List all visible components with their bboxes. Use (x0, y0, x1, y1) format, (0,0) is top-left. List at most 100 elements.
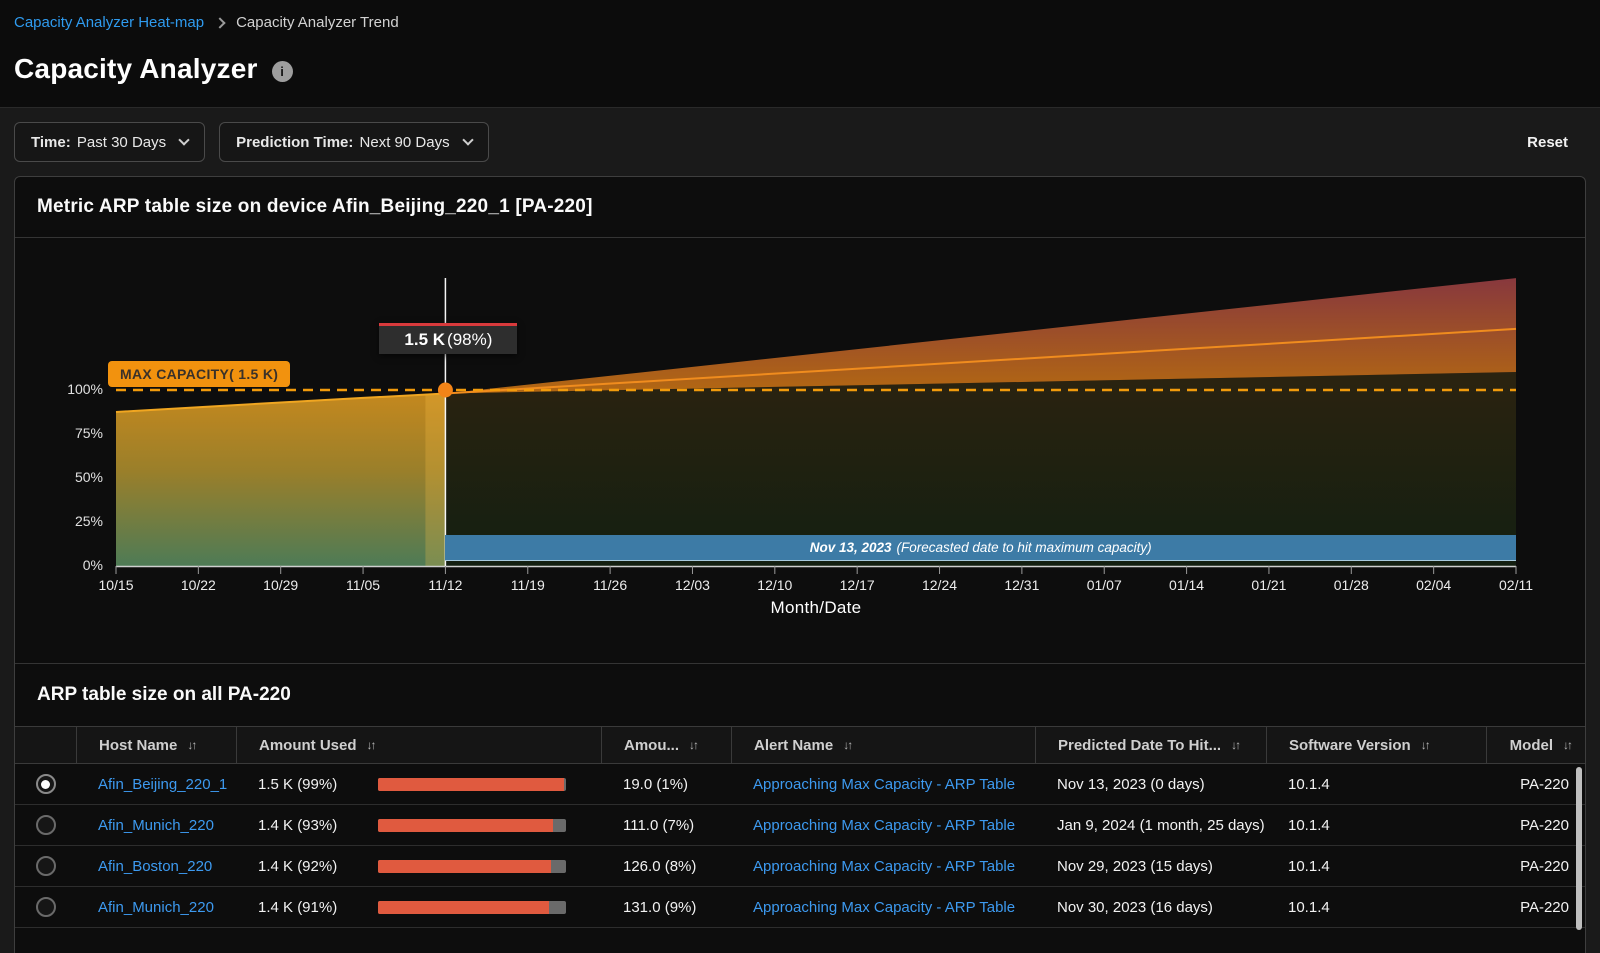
sort-icon[interactable]: ↓↑ (1563, 738, 1571, 752)
table-section: ARP table size on all PA-220 Host Name ↓↑… (15, 663, 1585, 928)
column-header-model[interactable]: Model ↓↑ (1486, 727, 1585, 763)
alert-name-link[interactable]: Approaching Max Capacity - ARP Table (753, 776, 1015, 793)
host-name-link[interactable]: Afin_Munich_220 (98, 817, 214, 834)
reset-button[interactable]: Reset (1527, 134, 1586, 151)
software-version-value: 10.1.4 (1266, 805, 1486, 845)
software-version-value: 10.1.4 (1266, 887, 1486, 927)
x-tick-label: 02/04 (1394, 577, 1474, 593)
capacity-trend-chart[interactable]: 0%25%50%75%100% 10/1510/2210/2911/0511/1… (15, 238, 1585, 663)
alert-name-link[interactable]: Approaching Max Capacity - ARP Table (753, 899, 1015, 916)
time-filter-value: Past 30 Days (77, 134, 166, 151)
column-header-software-version[interactable]: Software Version ↓↑ (1266, 727, 1486, 763)
sort-icon[interactable]: ↓↑ (187, 738, 195, 752)
row-radio-button[interactable] (36, 856, 56, 876)
column-header-host-name[interactable]: Host Name ↓↑ (76, 727, 236, 763)
table-scrollbar[interactable] (1576, 767, 1582, 930)
time-filter-dropdown[interactable]: Time: Past 30 Days (14, 122, 205, 162)
sort-icon[interactable]: ↓↑ (689, 738, 697, 752)
capacity-analyzer-page: Capacity Analyzer Heat-map Capacity Anal… (0, 0, 1600, 953)
alert-name-link[interactable]: Approaching Max Capacity - ARP Table (753, 817, 1015, 834)
table-row[interactable]: Afin_Beijing_220_1 1.5 K (99%) 19.0 (1%) Ap… (15, 764, 1585, 805)
breadcrumb-current: Capacity Analyzer Trend (236, 14, 399, 31)
sort-icon[interactable]: ↓↑ (843, 738, 851, 752)
y-tick-label: 75% (43, 425, 103, 441)
column-label: Host Name (99, 737, 177, 754)
row-radio-button[interactable] (36, 815, 56, 835)
sort-icon[interactable]: ↓↑ (1231, 738, 1239, 752)
prediction-filter-value: Next 90 Days (360, 134, 450, 151)
x-tick-label: 12/03 (652, 577, 732, 593)
sort-icon[interactable]: ↓↑ (367, 738, 375, 752)
time-filter-label: Time: (31, 134, 71, 151)
x-tick-label: 10/22 (158, 577, 238, 593)
column-header-amount-used[interactable]: Amount Used↓↑ (236, 727, 601, 763)
y-tick-label: 0% (43, 557, 103, 573)
table-body: Afin_Beijing_220_1 1.5 K (99%) 19.0 (1%) Ap… (15, 764, 1585, 928)
host-name-link[interactable]: Afin_Boston_220 (98, 858, 212, 875)
host-name-link[interactable]: Afin_Beijing_220_1 (98, 776, 227, 793)
column-label: Alert Name (754, 737, 833, 754)
model-value: PA-220 (1486, 887, 1585, 927)
sort-icon[interactable]: ↓↑ (1421, 738, 1429, 752)
chevron-right-icon (214, 17, 225, 28)
x-tick-label: 10/29 (241, 577, 321, 593)
forecast-date: Nov 13, 2023 (810, 540, 892, 555)
info-icon[interactable]: i (272, 61, 293, 82)
usage-bar (378, 819, 566, 832)
column-header-alert-name[interactable]: Alert Name ↓↑ (731, 727, 1035, 763)
column-label: Amou... (624, 737, 679, 754)
alert-name-link[interactable]: Approaching Max Capacity - ARP Table (753, 858, 1015, 875)
history-area (116, 394, 445, 566)
predicted-date-value: Nov 13, 2023 (0 days) (1035, 764, 1266, 804)
page-title: Capacity Analyzer (14, 53, 258, 85)
amount-free-value: 126.0 (8%) (601, 846, 731, 886)
table-row[interactable]: Afin_Munich_220 1.4 K (93%) 111.0 (7%) Appr… (15, 805, 1585, 846)
chevron-down-icon (178, 134, 189, 145)
amount-free-value: 111.0 (7%) (601, 805, 731, 845)
column-label: Software Version (1289, 737, 1411, 754)
chart-title: Metric ARP table size on device Afin_Bei… (37, 196, 1563, 218)
column-label: Model (1510, 737, 1553, 754)
predicted-date-value: Nov 29, 2023 (15 days) (1035, 846, 1266, 886)
host-name-link[interactable]: Afin_Munich_220 (98, 899, 214, 916)
x-tick-label: 12/31 (982, 577, 1062, 593)
x-tick-label: 12/10 (735, 577, 815, 593)
x-tick-label: 11/12 (405, 577, 485, 593)
usage-bar (378, 860, 566, 873)
column-header-amou-[interactable]: Amou... ↓↑ (601, 727, 731, 763)
usage-bar-fill (378, 819, 553, 832)
breadcrumb-heatmap-link[interactable]: Capacity Analyzer Heat-map (14, 14, 204, 31)
breadcrumb: Capacity Analyzer Heat-map Capacity Anal… (14, 14, 1586, 31)
model-value: PA-220 (1486, 805, 1585, 845)
row-radio-button[interactable] (36, 774, 56, 794)
software-version-value: 10.1.4 (1266, 764, 1486, 804)
amount-used-value: 1.4 K (91%) (258, 899, 337, 916)
table-row[interactable]: Afin_Boston_220 1.4 K (92%) 126.0 (8%) Appr… (15, 846, 1585, 887)
amount-used-value: 1.5 K (99%) (258, 776, 337, 793)
max-capacity-badge: MAX CAPACITY( 1.5 K) (108, 361, 290, 387)
x-tick-label: 01/28 (1311, 577, 1391, 593)
table-title: ARP table size on all PA-220 (15, 664, 1585, 726)
amount-used-value: 1.4 K (92%) (258, 858, 337, 875)
x-tick-label: 01/14 (1147, 577, 1227, 593)
main-panel: Metric ARP table size on device Afin_Bei… (14, 176, 1586, 953)
chart-tooltip: 1.5 K (98%) (379, 323, 517, 354)
x-tick-label: 01/21 (1229, 577, 1309, 593)
column-header-predicted-date-to-hit-[interactable]: Predicted Date To Hit...↓↑ (1035, 727, 1266, 763)
x-axis-title: Month/Date (756, 598, 876, 618)
marker-dot (438, 383, 453, 398)
top-bar: Capacity Analyzer Heat-map Capacity Anal… (0, 0, 1600, 108)
table-header-row: Host Name↓↑Amount Used↓↑Amou...↓↑Alert N… (15, 726, 1585, 764)
prediction-time-dropdown[interactable]: Prediction Time: Next 90 Days (219, 122, 488, 162)
predicted-date-value: Jan 9, 2024 (1 month, 25 days) (1035, 805, 1266, 845)
x-tick-label: 10/15 (76, 577, 156, 593)
amount-used-value: 1.4 K (93%) (258, 817, 337, 834)
amount-free-value: 19.0 (1%) (601, 764, 731, 804)
table-row[interactable]: Afin_Munich_2201.4 K (91%)131.0 (9%)Appr… (15, 887, 1585, 928)
y-tick-label: 50% (43, 469, 103, 485)
usage-bar-fill (378, 901, 549, 914)
predicted-date-value: Nov 30, 2023 (16 days) (1035, 887, 1266, 927)
row-radio-button[interactable] (36, 897, 56, 917)
x-tick-label: 01/07 (1064, 577, 1144, 593)
model-value: PA-220 (1486, 764, 1585, 804)
